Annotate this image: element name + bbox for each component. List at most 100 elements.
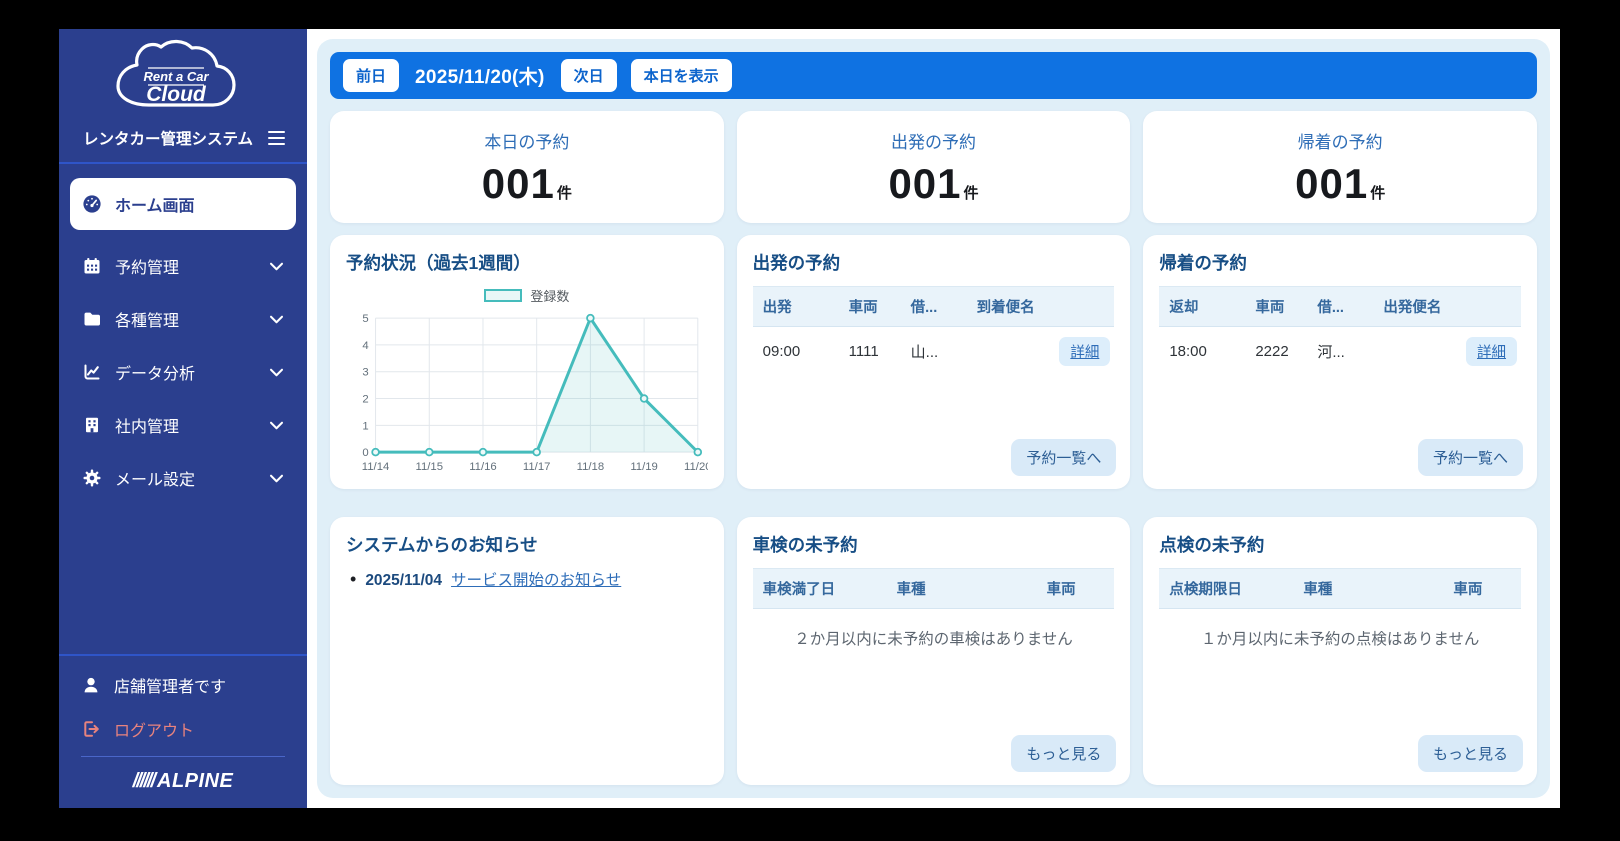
column-header: 出発便名 <box>1383 300 1441 316</box>
todays-reservations-card: 本日の予約 001 件 <box>330 111 724 223</box>
see-more-button[interactable]: もっと見る <box>1011 735 1117 772</box>
departure-time-cell: 09:00 <box>762 343 801 360</box>
column-header: 借... <box>1317 300 1344 316</box>
vehicle-cell: 2222 <box>1255 343 1289 360</box>
svg-text:1: 1 <box>362 420 368 432</box>
returns-title: 帰着の予約 <box>1159 253 1247 273</box>
building-icon <box>82 415 102 435</box>
column-header: 車種 <box>896 582 926 598</box>
column-header: 出発 <box>762 300 792 316</box>
show-today-button[interactable]: 本日を表示 <box>630 59 732 92</box>
sidebar-item-label: メール設定 <box>115 472 196 489</box>
sidebar-item-management[interactable]: 各種管理 <box>70 295 296 343</box>
logout-button[interactable]: ログアウト <box>59 705 307 756</box>
tenken-title: 点検の未予約 <box>1159 535 1265 555</box>
reservation-list-button[interactable]: 予約一覧へ <box>1011 439 1117 476</box>
svg-text:11/18: 11/18 <box>577 461 605 473</box>
sidebar-item-reservations[interactable]: 予約管理 <box>70 242 296 290</box>
detail-link[interactable]: 詳細 <box>1465 337 1517 366</box>
user-icon <box>81 675 101 695</box>
summary-card-title: 出発の予約 <box>890 133 976 152</box>
chevron-down-icon <box>269 367 284 378</box>
summary-card-value: 001 <box>481 160 555 207</box>
dashboard-panel: 前日 2025/11/20(木) 次日 本日を表示 本日の予約 001 件 出発… <box>317 39 1550 798</box>
svg-text:11/19: 11/19 <box>630 461 658 473</box>
notice-date: 2025/11/04 <box>365 572 443 589</box>
svg-text:11/20: 11/20 <box>684 461 708 473</box>
svg-text:5: 5 <box>362 313 368 325</box>
main-area: 前日 2025/11/20(木) 次日 本日を表示 本日の予約 001 件 出発… <box>307 29 1560 808</box>
user-info: 店舗管理者です <box>59 656 307 705</box>
dashboard-icon <box>82 194 102 214</box>
borrower-cell: 山... <box>910 344 939 361</box>
logo-text-rent-a-car: Rent a Car <box>143 69 209 84</box>
app-window: Rent a Car Cloud レンタカー管理システム ホーム画面 予約管理 … <box>59 29 1560 808</box>
svg-text:11/17: 11/17 <box>523 461 551 473</box>
summary-card-unit: 件 <box>963 185 979 202</box>
reservations-line-chart: 0 1 2 3 4 5 11/14 11/15 11/16 11/17 11/18 11/19 11/2… <box>362 313 708 473</box>
summary-card-value: 001 <box>888 160 962 207</box>
vehicle-cell: 1111 <box>848 343 879 360</box>
returns-table-header: 返却 車両 借... 出発便名 <box>1159 286 1521 327</box>
reservation-status-chart-card: 予約状況（過去1週間） 登録数 0 1 2 3 4 5 11/14 11/15 11/16 11/… <box>330 235 724 489</box>
user-name-label: 店舗管理者です <box>114 678 227 696</box>
chevron-down-icon <box>269 473 284 484</box>
middle-card-row: 予約状況（過去1週間） 登録数 0 1 2 3 4 5 11/14 11/15 11/16 11/… <box>330 235 1537 489</box>
svg-text:2: 2 <box>362 393 368 405</box>
sidebar-item-company[interactable]: 社内管理 <box>70 401 296 449</box>
detail-link[interactable]: 詳細 <box>1059 337 1111 366</box>
column-header: 点検期限日 <box>1169 582 1242 598</box>
reservation-list-button[interactable]: 予約一覧へ <box>1417 439 1523 476</box>
svg-text:11/16: 11/16 <box>469 461 497 473</box>
sidebar-item-analytics[interactable]: データ分析 <box>70 348 296 396</box>
see-more-button[interactable]: もっと見る <box>1417 735 1523 772</box>
alpine-text: ALPINE <box>157 770 234 792</box>
summary-card-value: 001 <box>1295 160 1369 207</box>
returns-card: 帰着の予約 返却 車両 借... 出発便名 18:00 2222 河... 詳細 <box>1143 235 1537 489</box>
notice-link[interactable]: サービス開始のお知らせ <box>451 568 621 590</box>
column-header: 車両 <box>1046 582 1076 598</box>
svg-text:11/14: 11/14 <box>362 461 390 473</box>
sidebar-item-label: 各種管理 <box>115 313 180 330</box>
sidebar-item-mail-settings[interactable]: メール設定 <box>70 454 296 502</box>
rent-a-car-cloud-logo: Rent a Car Cloud <box>108 39 258 125</box>
svg-text:0: 0 <box>362 447 368 459</box>
hamburger-menu-icon[interactable] <box>266 129 287 147</box>
periodic-inspection-card: 点検の未予約 点検期限日 車種 車両 １か月以内に未予約の点検はありません もっ… <box>1143 517 1537 785</box>
cloud-logo-icon: Rent a Car Cloud <box>116 39 236 107</box>
bottom-card-row: システムからのお知らせ • 2025/11/04 サービス開始のお知らせ 車検の… <box>330 517 1537 785</box>
summary-card-title: 本日の予約 <box>484 133 570 152</box>
legend-label: 登録数 <box>530 289 570 304</box>
summary-card-unit: 件 <box>556 185 572 202</box>
tenken-empty-message: １か月以内に未予約の点検はありません <box>1200 631 1480 648</box>
previous-day-button[interactable]: 前日 <box>343 59 400 92</box>
system-title: レンタカー管理システム <box>83 131 254 148</box>
notices-title: システムからのお知らせ <box>346 535 538 555</box>
summary-card-unit: 件 <box>1370 185 1386 202</box>
column-header: 車両 <box>1453 582 1483 598</box>
sidebar-item-label: 社内管理 <box>115 419 180 436</box>
sidebar-item-label: ホーム画面 <box>115 198 195 215</box>
line-chart-icon <box>82 362 102 382</box>
chart-card-title: 予約状況（過去1週間） <box>346 253 531 273</box>
chart-legend: 登録数 <box>346 286 708 305</box>
return-time-cell: 18:00 <box>1169 343 1207 360</box>
svg-text:4: 4 <box>362 340 368 352</box>
next-day-button[interactable]: 次日 <box>560 59 617 92</box>
sidebar-item-home[interactable]: ホーム画面 <box>70 178 296 230</box>
bullet-icon: • <box>350 569 357 589</box>
column-header: 車両 <box>1255 300 1285 316</box>
chevron-down-icon <box>269 314 284 325</box>
column-header: 車種 <box>1303 582 1333 598</box>
sidebar-footer: 店舗管理者です ログアウト //////ALPINE <box>59 653 307 809</box>
sidebar-item-label: データ分析 <box>115 366 196 383</box>
returns-table-row: 18:00 2222 河... 詳細 <box>1159 327 1521 372</box>
date-navigation-bar: 前日 2025/11/20(木) 次日 本日を表示 <box>330 52 1537 99</box>
alpine-slashes: ////// <box>132 770 156 792</box>
shaken-title: 車検の未予約 <box>752 535 858 555</box>
column-header: 到着便名 <box>976 300 1035 316</box>
departures-title: 出発の予約 <box>752 253 841 273</box>
svg-text:3: 3 <box>362 367 368 379</box>
logout-icon <box>81 719 101 739</box>
shaken-table-header: 車検満了日 車種 車両 <box>752 568 1115 609</box>
